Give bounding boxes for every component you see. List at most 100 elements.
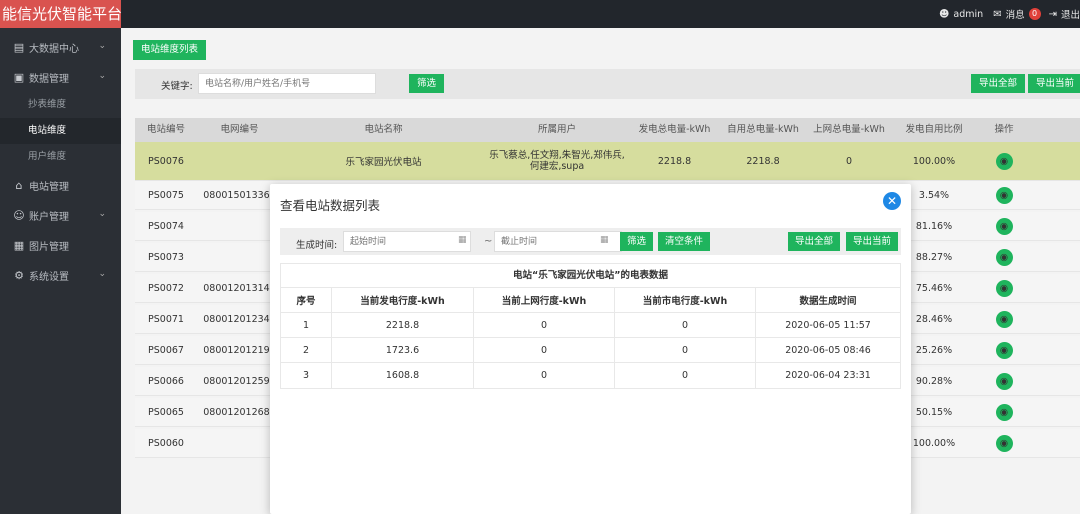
nav-label: 数据管理 <box>29 73 69 85</box>
nav-station-management[interactable]: ⌂ 电站管理 <box>0 170 121 200</box>
calendar-icon[interactable]: ▦ <box>600 235 609 245</box>
nav-label: 图片管理 <box>29 241 69 253</box>
cell-actions: ◉ <box>976 429 1032 457</box>
filter-button[interactable]: 筛选 <box>409 74 445 93</box>
nav-label: 系统设置 <box>29 271 69 283</box>
top-right-tools: ☻ admin ✉ 消息 0 ⇥ 退出 <box>939 0 1080 28</box>
col-self-use: 自用总电量-kWh <box>727 124 799 135</box>
col-owner: 所属用户 <box>537 124 576 135</box>
cell-actions: ◉ <box>976 398 1032 426</box>
nav-user-dimension[interactable]: 用户维度 <box>0 144 121 170</box>
messages-badge: 0 <box>1028 8 1041 20</box>
dashboard-icon: ▤ <box>13 40 25 54</box>
modal-export-all-button[interactable]: 导出全部 <box>788 232 841 251</box>
view-eye-icon[interactable]: ◉ <box>995 310 1013 328</box>
cell-gen-reading: 2218.8 <box>332 313 474 337</box>
gear-icon: ⚙ <box>14 268 24 282</box>
logout-icon[interactable]: ⇥ <box>1049 9 1057 20</box>
view-eye-icon[interactable]: ◉ <box>995 434 1013 452</box>
app-title[interactable]: 能信光伏智能平台 <box>0 0 121 28</box>
messages-link[interactable]: 消息 <box>1006 7 1025 21</box>
cell-station-id: PS0072 <box>148 282 184 294</box>
modal-export-current-button[interactable]: 导出当前 <box>846 232 899 251</box>
view-eye-icon[interactable]: ◉ <box>995 186 1013 204</box>
col-self-use-ratio: 发电自用比例 <box>905 124 963 135</box>
export-all-button[interactable]: 导出全部 <box>971 74 1026 93</box>
col-actions: 操作 <box>994 124 1014 135</box>
nav-meter-dimension[interactable]: 抄表维度 <box>0 92 121 118</box>
sidebar: ▤ 大数据中心 ⌄ ▣ 数据管理 ⌄ 抄表维度 电站维度 用户维度 ⌂ 电站管理… <box>0 28 121 514</box>
meter-table-header: 序号 当前发电行度-kWh 当前上网行度-kWh 当前市电行度-kWh 数据生成… <box>281 288 900 313</box>
table-caption: 电站“乐飞家园光伏电站”的电表数据 <box>281 264 900 288</box>
table-row: PS0076 乐飞家园光伏电站 乐飞蔡总,任文翔,朱智光,郑伟兵,何建宏,supa 2… <box>135 142 1080 181</box>
cell-actions: ◉ <box>976 243 1032 271</box>
meter-table-row: 3 1608.8 0 0 2020-06-04 23:31 <box>281 363 900 388</box>
col-station-name: 电站名称 <box>364 124 403 135</box>
image-icon: ▦ <box>13 238 25 252</box>
cell-station-id: PS0065 <box>148 406 184 418</box>
nav-account-management[interactable]: ☺ 账户管理 ⌄ <box>0 200 121 230</box>
view-eye-icon[interactable]: ◉ <box>995 217 1013 235</box>
data-icon: ▣ <box>13 70 25 84</box>
home-icon: ⌂ <box>15 178 23 192</box>
tab-bar: 电站维度列表 <box>133 40 207 60</box>
cell-actions: ◉ <box>976 142 1032 180</box>
username[interactable]: admin <box>953 9 983 20</box>
logout-link[interactable]: 退出 <box>1061 7 1080 21</box>
cell-self-use-ratio: 100.00% <box>912 155 956 167</box>
view-eye-icon[interactable]: ◉ <box>995 248 1013 266</box>
nav-data-management[interactable]: ▣ 数据管理 ⌄ <box>0 62 121 92</box>
view-eye-icon[interactable]: ◉ <box>995 403 1013 421</box>
cell-station-id: PS0073 <box>148 251 184 263</box>
cell-index: 3 <box>281 363 332 388</box>
top-bar: 能信光伏智能平台 ☻ admin ✉ 消息 0 ⇥ 退出 <box>0 0 1080 28</box>
view-eye-icon[interactable]: ◉ <box>995 372 1013 390</box>
tab-station-list[interactable]: 电站维度列表 <box>133 40 207 60</box>
start-date-input[interactable] <box>343 231 471 252</box>
modal-filter-button[interactable]: 筛选 <box>620 232 654 251</box>
cell-gen-reading: 1723.6 <box>332 338 474 362</box>
table-header: 电站编号 电网编号 电站名称 所属用户 发电总电量-kWh 自用总电量-kWh … <box>135 118 1080 142</box>
users-icon: ☺ <box>13 208 25 222</box>
cell-generated-time: 2020-06-05 11:57 <box>785 319 871 331</box>
cell-generated-time: 2020-06-05 08:46 <box>785 344 871 356</box>
cell-self-use: 2218.8 <box>746 155 780 167</box>
clear-conditions-button[interactable]: 清空条件 <box>658 232 711 251</box>
view-eye-icon[interactable]: ◉ <box>995 341 1013 359</box>
chevron-down-icon: ⌄ <box>98 209 106 219</box>
cell-mains-reading: 0 <box>615 363 756 388</box>
col-mains-reading: 当前市电行度-kWh <box>615 288 756 312</box>
cell-grid-id <box>197 142 282 180</box>
nav-image-management[interactable]: ▦ 图片管理 <box>0 230 121 260</box>
nav-label: 大数据中心 <box>29 43 79 55</box>
cell-grid-export: 0 <box>845 155 853 167</box>
export-current-button[interactable]: 导出当前 <box>1028 74 1080 93</box>
calendar-icon[interactable]: ▦ <box>458 235 467 245</box>
cell-index: 1 <box>281 313 332 337</box>
cell-actions: ◉ <box>976 305 1032 333</box>
modal-filter-bar: 生成时间: ▦ ~ ▦ 筛选 清空条件 导出全部 导出当前 <box>280 228 901 255</box>
cell-station-id: PS0067 <box>148 344 184 356</box>
col-index: 序号 <box>281 288 332 312</box>
nav-station-dimension[interactable]: 电站维度 <box>0 118 121 144</box>
view-eye-icon[interactable]: ◉ <box>995 152 1013 170</box>
chevron-down-icon: ⌄ <box>98 269 106 279</box>
date-separator: ~ <box>484 236 493 247</box>
cell-actions: ◉ <box>976 367 1032 395</box>
col-grid-id: 电网编号 <box>220 124 259 135</box>
filter-bar: 关键字: 筛选 导出全部 导出当前 <box>135 69 1080 99</box>
user-icon: ☻ <box>938 8 950 20</box>
keyword-label: 关键字: <box>161 81 193 92</box>
close-icon[interactable]: ✕ <box>883 192 901 210</box>
mail-icon[interactable]: ✉ <box>993 9 1001 20</box>
cell-index: 2 <box>281 338 332 362</box>
cell-mains-reading: 0 <box>615 338 756 362</box>
col-grid-export: 上网总电量-kWh <box>813 124 885 135</box>
meter-table-row: 1 2218.8 0 0 2020-06-05 11:57 <box>281 313 900 338</box>
view-eye-icon[interactable]: ◉ <box>995 279 1013 297</box>
col-station-id: 电站编号 <box>146 124 185 135</box>
keyword-input[interactable] <box>198 73 376 94</box>
nav-big-data[interactable]: ▤ 大数据中心 ⌄ <box>0 32 121 62</box>
nav-system-settings[interactable]: ⚙ 系统设置 ⌄ <box>0 260 121 290</box>
chevron-down-icon: ⌄ <box>98 41 106 51</box>
